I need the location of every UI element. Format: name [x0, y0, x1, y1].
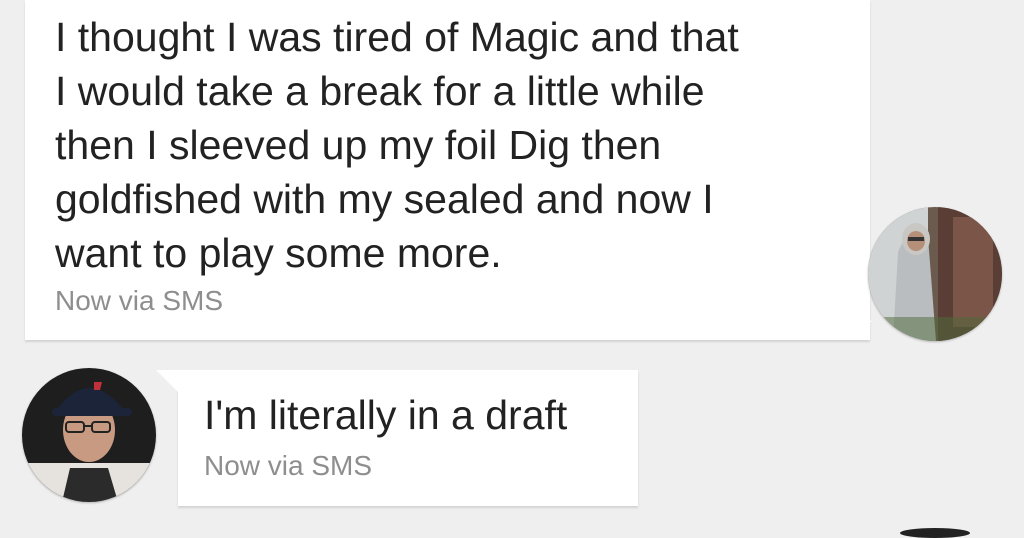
message-text: I thought I was tired of Magic and that … — [55, 14, 739, 276]
man-in-baseball-cap-avatar-icon — [22, 368, 156, 502]
incoming-message-bubble[interactable]: I'm literally in a draft Now via SMS — [178, 370, 638, 506]
bubble-tail — [850, 300, 872, 322]
message-timestamp: Now via SMS — [55, 285, 224, 316]
bubble-tail — [156, 370, 178, 392]
message-text: I'm literally in a draft — [204, 392, 568, 438]
recipient-avatar[interactable] — [22, 368, 156, 502]
next-avatar-edge — [900, 528, 970, 538]
outgoing-message-bubble[interactable]: I thought I was tired of Magic and that … — [25, 0, 870, 340]
sender-avatar[interactable] — [868, 207, 1002, 341]
person-in-hooded-gray-robe-avatar-icon — [868, 207, 1002, 341]
message-thread: I thought I was tired of Magic and that … — [0, 0, 1024, 538]
message-timestamp: Now via SMS — [204, 450, 373, 481]
